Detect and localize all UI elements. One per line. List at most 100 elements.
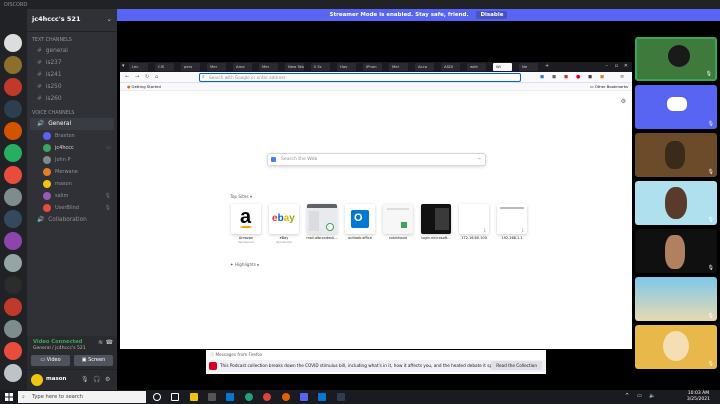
gear-icon[interactable]: ⚙ — [105, 376, 110, 383]
top-site-microsoft-login[interactable]: login.microsoft... — [418, 204, 454, 240]
highlights-heading[interactable]: ✦ Highlights ▸ — [230, 262, 259, 267]
minimize-icon[interactable]: – — [606, 63, 609, 69]
top-sites-heading[interactable]: Top Sites ▾ — [230, 194, 252, 199]
extension-icon[interactable]: ◼ — [588, 74, 592, 80]
task-view-icon[interactable] — [171, 393, 179, 401]
browser-tab[interactable]: Lec — [129, 63, 148, 71]
tab-list-icon[interactable]: ▾ — [122, 63, 125, 69]
guild-icon[interactable] — [4, 144, 22, 162]
web-search-input[interactable]: Search the Web → — [267, 153, 486, 166]
extension-icon[interactable]: ◼ — [540, 74, 544, 80]
disable-streamer-button[interactable]: Disable — [476, 11, 508, 19]
bookmark-getting-started[interactable]: Getting Started — [132, 84, 161, 89]
close-icon[interactable]: ✕ — [624, 63, 628, 69]
guild-icon[interactable] — [4, 166, 22, 184]
voice-channel-collaboration[interactable]: 🔊 Collaboration — [27, 214, 117, 226]
menu-icon[interactable]: ≡ — [620, 74, 624, 80]
discord-icon[interactable] — [300, 393, 308, 401]
guild-icon[interactable] — [4, 232, 22, 250]
edge-icon[interactable] — [245, 393, 253, 401]
file-explorer-icon[interactable] — [190, 393, 198, 401]
read-collection-button[interactable]: Read the Collection — [491, 361, 542, 370]
voice-user[interactable]: UserBlind 🎙 — [27, 202, 117, 214]
browser-tab[interactable]: iPhon — [363, 63, 382, 71]
avatar[interactable] — [31, 374, 43, 386]
guild-icon[interactable] — [4, 188, 22, 206]
guild-icon[interactable] — [4, 210, 22, 228]
home-icon[interactable]: ⌂ — [155, 74, 158, 80]
top-site-192[interactable]: 1 192.168.1.1 — [494, 204, 530, 240]
participant-video[interactable]: 🎙 — [635, 37, 717, 81]
browser-tab[interactable]: pers — [181, 63, 200, 71]
video-button[interactable]: ▭ Video — [31, 355, 70, 366]
channel-is260[interactable]: # is260 — [27, 93, 117, 105]
voice-user[interactable]: Braxton — [27, 130, 117, 142]
participant-video[interactable]: 🎙 — [635, 181, 717, 225]
tray-chevron-icon[interactable]: ^ — [625, 393, 629, 399]
browser-tab[interactable]: CIS — [155, 63, 174, 71]
voice-channel-general[interactable]: 🔊 General — [30, 118, 114, 130]
browser-tab[interactable]: New Tab — [285, 63, 304, 71]
store-icon[interactable] — [208, 393, 216, 401]
server-header[interactable]: jc4hccc's 521 ⌄ — [27, 9, 117, 32]
new-tab-icon[interactable]: + — [545, 63, 549, 69]
mail-icon[interactable] — [226, 393, 234, 401]
browser-tab[interactable]: Ama — [233, 63, 252, 71]
top-site-172[interactable]: 1 172.16.60.100 — [456, 204, 492, 240]
browser-tab[interactable]: Hav — [337, 63, 356, 71]
guild-icon[interactable] — [4, 364, 22, 382]
guild-icon[interactable] — [4, 34, 22, 52]
browser-tab[interactable]: Mer — [259, 63, 278, 71]
guild-icon[interactable] — [4, 298, 22, 316]
browser-tab[interactable]: Il Sc — [311, 63, 330, 71]
guild-icon[interactable] — [4, 78, 22, 96]
extension-icon[interactable]: ● — [576, 74, 580, 80]
reload-icon[interactable]: ↻ — [145, 74, 149, 80]
maximize-icon[interactable]: ▫ — [615, 63, 618, 69]
extension-icon[interactable]: ◼ — [552, 74, 556, 80]
taskbar-search-input[interactable]: ⌕ Type here to search — [18, 391, 146, 403]
channel-is237[interactable]: # is237 — [27, 57, 117, 69]
participant-video[interactable]: 🎙 — [635, 229, 717, 273]
category-text-channels[interactable]: TEXT CHANNELS — [27, 37, 117, 45]
windows-start-icon[interactable] — [5, 393, 13, 401]
browser-tab[interactable]: Mer — [207, 63, 226, 71]
channel-general[interactable]: # general — [27, 45, 117, 57]
cortana-icon[interactable] — [153, 393, 161, 401]
noise-suppression-icon[interactable]: ≋ — [98, 339, 103, 346]
microphone-icon[interactable]: 🎙 — [81, 376, 89, 383]
voice-user[interactable]: jc4hccc ▭ — [27, 142, 117, 154]
outlook-icon[interactable] — [318, 393, 326, 401]
voice-user[interactable]: salim 🎙 — [27, 190, 117, 202]
back-icon[interactable]: ← — [125, 74, 129, 80]
headphones-icon[interactable]: 🎧 — [93, 376, 100, 383]
channel-is241[interactable]: # is241 — [27, 69, 117, 81]
voice-user[interactable]: mason — [27, 178, 117, 190]
gear-icon[interactable]: ⚙ — [621, 98, 626, 105]
url-bar[interactable]: ⌕ Search with Google or enter address — [199, 73, 521, 82]
guild-icon[interactable] — [4, 122, 22, 140]
chrome-icon[interactable] — [263, 393, 271, 401]
guild-icon[interactable] — [4, 342, 22, 360]
guild-icon[interactable] — [4, 320, 22, 338]
browser-tab[interactable]: ASDI — [441, 63, 460, 71]
forward-icon[interactable]: → — [135, 74, 139, 80]
browser-tab[interactable]: Ne — [519, 63, 538, 71]
voice-user[interactable]: Merwane — [27, 166, 117, 178]
top-site-mail[interactable]: mail.albrondeck... — [304, 204, 340, 240]
top-site-outlook[interactable]: O outlook.office — [342, 204, 378, 240]
top-site-ebay[interactable]: ebay eBay Sponsored — [266, 204, 302, 244]
top-site-amazon[interactable]: a Amazon Sponsored — [228, 204, 264, 244]
guild-icon[interactable] — [4, 100, 22, 118]
participant-video[interactable]: 🎙 — [635, 133, 717, 177]
arrow-right-icon[interactable]: → — [477, 154, 481, 165]
volume-icon[interactable]: 🔈 — [649, 393, 655, 399]
channel-is250[interactable]: # is250 — [27, 81, 117, 93]
participant-video[interactable]: 🎙 — [635, 85, 717, 129]
extension-icon[interactable]: ◼ — [564, 74, 568, 80]
clock[interactable]: 10:03 AM 3/25/2021 — [687, 391, 710, 403]
guild-icon[interactable] — [4, 56, 22, 74]
network-icon[interactable]: ▭ — [637, 393, 642, 399]
participant-video[interactable]: 🎙 — [635, 325, 717, 369]
top-site-robinhood[interactable]: robinhood — [380, 204, 416, 240]
